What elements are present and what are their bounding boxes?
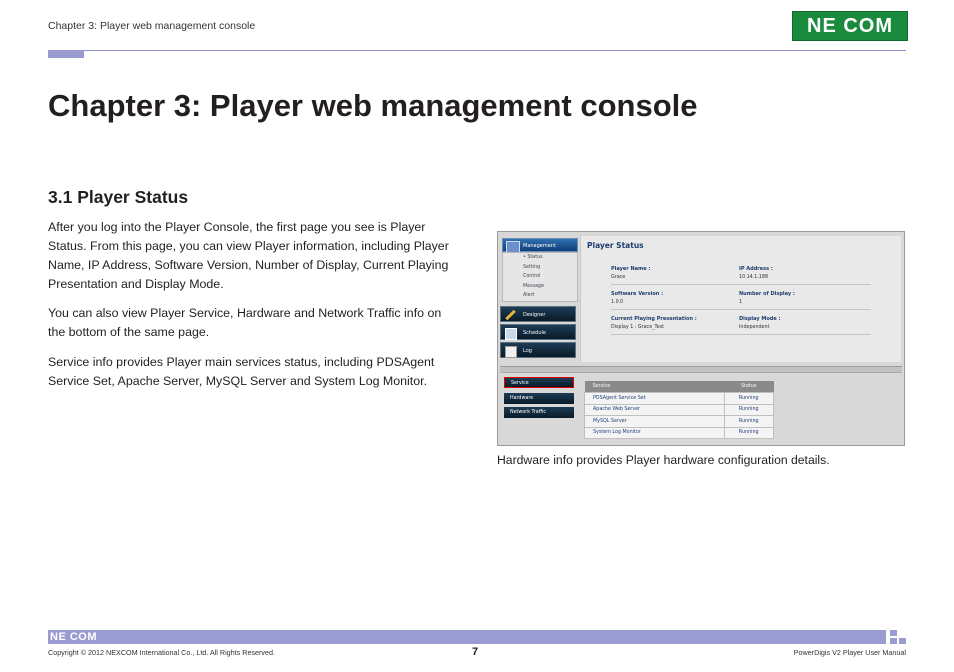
footer-logo: NE COM bbox=[50, 631, 97, 643]
nav-sub-message[interactable]: Message bbox=[503, 282, 577, 292]
player-status-panel: Player Status Player Name : Grace IP Add… bbox=[580, 236, 901, 362]
footer-square bbox=[890, 630, 897, 636]
chapter-title: Chapter 3: Player web management console bbox=[48, 88, 698, 123]
table-row: PDSAgent Service Set Running bbox=[583, 392, 774, 405]
nav-schedule-label: Schedule bbox=[523, 330, 546, 336]
nav-sub-setting[interactable]: Setting bbox=[503, 263, 577, 273]
nav-sub-control[interactable]: Control bbox=[503, 272, 577, 282]
copyright-text: Copyright © 2012 NEXCOM International Co… bbox=[48, 648, 276, 657]
service-name: PDSAgent Service Set bbox=[583, 392, 726, 405]
number-of-display-label: Number of Display : bbox=[739, 291, 795, 297]
footer-square bbox=[890, 638, 897, 644]
calendar-icon bbox=[505, 328, 517, 340]
player-name-label: Player Name : bbox=[611, 266, 651, 272]
table-row: Apache Web Server Running bbox=[583, 403, 774, 416]
service-status: Running bbox=[724, 403, 774, 416]
pencil-icon bbox=[505, 309, 516, 321]
service-status: Running bbox=[724, 415, 774, 428]
service-name: System Log Monitor bbox=[583, 426, 726, 439]
display-mode-label: Display Mode : bbox=[739, 316, 781, 322]
service-name: Apache Web Server bbox=[583, 403, 726, 416]
running-header: Chapter 3: Player web management console bbox=[48, 20, 256, 32]
nav-log-label: Log bbox=[523, 348, 532, 354]
software-version-value: 1.0.0 bbox=[611, 300, 624, 305]
nexcom-logo: NE COM bbox=[792, 11, 908, 41]
ip-address-label: IP Address : bbox=[739, 266, 773, 272]
software-version-label: Software Version : bbox=[611, 291, 664, 297]
nav-management[interactable]: Management bbox=[502, 238, 578, 253]
table-row: MySQL Server Running bbox=[583, 415, 774, 428]
header-rule-block bbox=[48, 50, 84, 58]
manual-name: PowerDigis V2 Player User Manual bbox=[793, 648, 906, 657]
section-title: 3.1 Player Status bbox=[48, 187, 189, 207]
footer-bar bbox=[48, 630, 886, 644]
service-status: Running bbox=[724, 426, 774, 439]
tab-service[interactable]: Service bbox=[504, 377, 574, 388]
paragraph-intro: After you log into the Player Console, t… bbox=[48, 220, 449, 291]
ip-address-value: 10.14.1.188 bbox=[739, 275, 768, 280]
nav-designer-label: Designer bbox=[523, 312, 546, 318]
tab-hardware[interactable]: Hardware bbox=[504, 393, 574, 404]
paragraph-service-list: Service info provides Player main servic… bbox=[48, 355, 435, 388]
section-separator bbox=[500, 366, 902, 373]
footer-square bbox=[899, 638, 906, 644]
player-name-value: Grace bbox=[611, 275, 626, 280]
divider bbox=[611, 334, 871, 335]
tab-network-traffic[interactable]: Network Traffic bbox=[504, 407, 574, 418]
log-icon bbox=[505, 346, 517, 358]
display-mode-value: Independent bbox=[739, 325, 770, 330]
column-header-service: Service bbox=[584, 381, 725, 393]
service-status: Running bbox=[724, 392, 774, 405]
table-row: System Log Monitor Running bbox=[583, 426, 774, 439]
page-number: 7 bbox=[472, 646, 479, 658]
console-screenshot: Management • Status Setting Control Mess… bbox=[497, 231, 905, 446]
service-table: Service Status PDSAgent Service Set Runn… bbox=[583, 381, 774, 439]
column-header-status: Status bbox=[724, 381, 774, 393]
paragraph-service-info: You can also view Player Service, Hardwa… bbox=[48, 306, 442, 339]
table-header-row: Service Status bbox=[584, 381, 774, 393]
nav-management-label: Management bbox=[523, 243, 556, 249]
current-presentation-value: Display 1 : Grace_Test bbox=[611, 325, 664, 330]
player-status-title: Player Status bbox=[587, 241, 644, 250]
number-of-display-value: 1 bbox=[739, 300, 743, 305]
divider bbox=[611, 309, 871, 310]
nav-log[interactable]: Log bbox=[500, 342, 576, 358]
nav-management-submenu: • Status Setting Control Message Alert bbox=[502, 252, 578, 302]
nav-designer[interactable]: Designer bbox=[500, 306, 576, 322]
figure-caption: Hardware info provides Player hardware c… bbox=[497, 453, 830, 467]
divider bbox=[611, 284, 871, 285]
nav-sub-alert[interactable]: Alert bbox=[503, 291, 577, 301]
current-presentation-label: Current Playing Presentation : bbox=[611, 316, 697, 322]
nav-sub-status[interactable]: • Status bbox=[503, 253, 577, 263]
service-name: MySQL Server bbox=[583, 415, 726, 428]
nav-schedule[interactable]: Schedule bbox=[500, 324, 576, 340]
header-rule bbox=[48, 50, 906, 51]
logo-text: NE COM bbox=[807, 14, 893, 37]
